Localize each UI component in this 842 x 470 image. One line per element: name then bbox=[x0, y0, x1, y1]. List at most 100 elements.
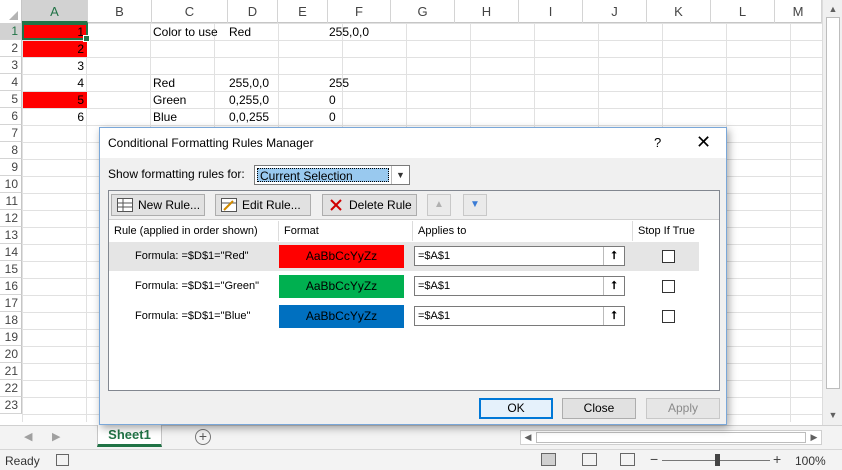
delete-rule-button[interactable]: Delete Rule bbox=[322, 194, 417, 216]
cell-a2[interactable]: 2 bbox=[23, 41, 87, 57]
cell-c1[interactable]: Color to use bbox=[150, 24, 221, 40]
stop-if-true-checkbox[interactable] bbox=[662, 310, 675, 323]
applies-to-field[interactable]: =$A$1 ⭡ bbox=[414, 306, 625, 326]
row-header[interactable]: 21 bbox=[0, 363, 22, 380]
range-select-icon[interactable]: ⭡ bbox=[603, 277, 624, 295]
cell-f5[interactable]: 0 bbox=[326, 92, 339, 108]
cell-a4[interactable]: 4 bbox=[23, 75, 87, 91]
ok-button[interactable]: OK bbox=[479, 398, 553, 419]
zoom-in-icon[interactable]: + bbox=[773, 451, 781, 467]
cell-d5[interactable]: 0,255,0 bbox=[226, 92, 272, 108]
cell-a6[interactable]: 6 bbox=[23, 109, 87, 125]
row-header[interactable]: 15 bbox=[0, 261, 22, 278]
zoom-level[interactable]: 100% bbox=[795, 454, 826, 468]
row-header[interactable]: 1 bbox=[0, 23, 22, 40]
cell-a5[interactable]: 5 bbox=[23, 92, 87, 108]
column-header-g[interactable]: G bbox=[391, 0, 455, 23]
row-header[interactable]: 3 bbox=[0, 57, 22, 74]
tab-scroll-right-icon[interactable]: ▶ bbox=[52, 430, 60, 443]
column-header-c[interactable]: C bbox=[152, 0, 228, 23]
range-select-icon[interactable]: ⭡ bbox=[603, 307, 624, 325]
scroll-right-icon[interactable]: ▶ bbox=[807, 431, 821, 444]
row-header[interactable]: 19 bbox=[0, 329, 22, 346]
new-rule-button[interactable]: New Rule... bbox=[111, 194, 205, 216]
close-icon[interactable]: ✕ bbox=[696, 132, 711, 153]
cell-f1[interactable]: 255,0,0 bbox=[326, 24, 372, 40]
dialog-titlebar[interactable]: Conditional Formatting Rules Manager ? ✕ bbox=[100, 128, 726, 158]
column-header-f[interactable]: F bbox=[328, 0, 391, 23]
applies-to-field[interactable]: =$A$1 ⭡ bbox=[414, 276, 625, 296]
cell-d4[interactable]: 255,0,0 bbox=[226, 75, 272, 91]
row-header[interactable]: 12 bbox=[0, 210, 22, 227]
vertical-scroll-thumb[interactable] bbox=[826, 17, 840, 389]
apply-button[interactable]: Apply bbox=[646, 398, 720, 419]
stop-if-true-checkbox[interactable] bbox=[662, 250, 675, 263]
cell-c5[interactable]: Green bbox=[150, 92, 189, 108]
cell-f4[interactable]: 255 bbox=[326, 75, 352, 91]
macro-record-icon[interactable] bbox=[56, 454, 69, 466]
move-down-icon[interactable]: ▼ bbox=[463, 194, 487, 216]
cell-c6[interactable]: Blue bbox=[150, 109, 180, 125]
column-header-j[interactable]: J bbox=[583, 0, 647, 23]
rule-row[interactable]: Formula: =$D$1="Red" AaBbCcYyZz =$A$1 ⭡ bbox=[109, 242, 699, 271]
normal-view-icon[interactable] bbox=[541, 453, 556, 466]
move-up-icon[interactable]: ▲ bbox=[427, 194, 451, 216]
zoom-slider-handle[interactable] bbox=[715, 454, 720, 466]
stop-if-true-checkbox[interactable] bbox=[662, 280, 675, 293]
rule-row[interactable]: Formula: =$D$1="Green" AaBbCcYyZz =$A$1 … bbox=[109, 272, 699, 301]
row-header[interactable]: 18 bbox=[0, 312, 22, 329]
sheet-tab[interactable]: Sheet1 bbox=[97, 425, 162, 447]
tab-scroll-left-icon[interactable]: ◀ bbox=[24, 430, 32, 443]
column-header-a[interactable]: A bbox=[22, 0, 88, 23]
column-header-i[interactable]: I bbox=[519, 0, 583, 23]
column-header-h[interactable]: H bbox=[455, 0, 519, 23]
chevron-down-icon[interactable]: ▼ bbox=[391, 166, 409, 184]
column-header-l[interactable]: L bbox=[711, 0, 775, 23]
cell-d1[interactable]: Red bbox=[226, 24, 254, 40]
column-header-k[interactable]: K bbox=[647, 0, 711, 23]
cell-c4[interactable]: Red bbox=[150, 75, 178, 91]
cell-f6[interactable]: 0 bbox=[326, 109, 339, 125]
row-header[interactable]: 7 bbox=[0, 125, 22, 142]
show-rules-for-dropdown[interactable]: Current Selection ▼ bbox=[254, 165, 410, 185]
rule-row[interactable]: Formula: =$D$1="Blue" AaBbCcYyZz =$A$1 ⭡ bbox=[109, 302, 699, 331]
row-header[interactable]: 20 bbox=[0, 346, 22, 363]
horizontal-scrollbar[interactable]: ◀ ▶ bbox=[520, 430, 822, 445]
row-header[interactable]: 8 bbox=[0, 142, 22, 159]
scroll-left-icon[interactable]: ◀ bbox=[521, 431, 535, 444]
row-header[interactable]: 11 bbox=[0, 193, 22, 210]
row-header[interactable]: 4 bbox=[0, 74, 22, 91]
row-header[interactable]: 23 bbox=[0, 397, 22, 414]
row-header[interactable]: 14 bbox=[0, 244, 22, 261]
row-header[interactable]: 22 bbox=[0, 380, 22, 397]
column-header-e[interactable]: E bbox=[278, 0, 328, 23]
add-sheet-icon[interactable]: + bbox=[195, 429, 211, 445]
column-header-m[interactable]: M bbox=[775, 0, 822, 23]
page-break-preview-icon[interactable] bbox=[620, 453, 635, 466]
close-button[interactable]: Close bbox=[562, 398, 636, 419]
row-header[interactable]: 10 bbox=[0, 176, 22, 193]
cell-d6[interactable]: 0,0,255 bbox=[226, 109, 272, 125]
row-header[interactable]: 17 bbox=[0, 295, 22, 312]
row-header[interactable]: 6 bbox=[0, 108, 22, 125]
row-header[interactable]: 13 bbox=[0, 227, 22, 244]
column-header-b[interactable]: B bbox=[88, 0, 152, 23]
horizontal-scroll-thumb[interactable] bbox=[536, 432, 806, 443]
column-header-d[interactable]: D bbox=[228, 0, 278, 23]
help-icon[interactable]: ? bbox=[654, 135, 661, 150]
select-all-button[interactable] bbox=[0, 0, 22, 23]
row-header[interactable]: 5 bbox=[0, 91, 22, 108]
row-header[interactable]: 9 bbox=[0, 159, 22, 176]
applies-to-field[interactable]: =$A$1 ⭡ bbox=[414, 246, 625, 266]
zoom-out-icon[interactable]: − bbox=[650, 451, 658, 467]
rule-formula: Formula: =$D$1="Blue" bbox=[135, 310, 251, 322]
vertical-scrollbar[interactable]: ▲ ▼ bbox=[822, 0, 842, 425]
row-header[interactable]: 2 bbox=[0, 40, 22, 57]
row-header[interactable]: 16 bbox=[0, 278, 22, 295]
cell-a3[interactable]: 3 bbox=[23, 58, 87, 74]
edit-rule-button[interactable]: Edit Rule... bbox=[215, 194, 311, 216]
scroll-up-icon[interactable]: ▲ bbox=[826, 2, 840, 16]
range-select-icon[interactable]: ⭡ bbox=[603, 247, 624, 265]
page-layout-icon[interactable] bbox=[582, 453, 597, 466]
scroll-down-icon[interactable]: ▼ bbox=[826, 408, 840, 422]
